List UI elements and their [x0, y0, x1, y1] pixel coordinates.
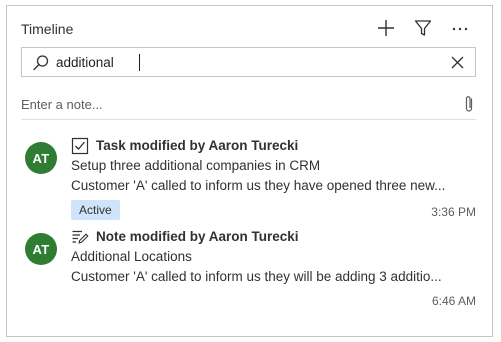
divider — [21, 119, 476, 120]
search-input[interactable] — [56, 52, 436, 72]
avatar: AT — [25, 233, 57, 265]
record-subject: Additional Locations — [71, 249, 192, 264]
record-body: Customer 'A' called to inform us they ha… — [71, 178, 446, 193]
record-body: Customer 'A' called to inform us they wi… — [71, 269, 442, 284]
search-box — [21, 47, 476, 77]
record-subject: Setup three additional companies in CRM — [71, 158, 321, 173]
timeline-record[interactable]: AT Task modified by Aaron Turecki Setup … — [21, 137, 476, 220]
timeline-header: Timeline — [21, 20, 478, 42]
filter-icon[interactable] — [412, 17, 434, 39]
clear-search-icon[interactable] — [450, 55, 465, 70]
record-time: 3:36 PM — [431, 205, 476, 219]
record-title: Task modified by Aaron Turecki — [96, 138, 299, 153]
more-icon[interactable] — [449, 17, 471, 39]
avatar: AT — [25, 142, 57, 174]
add-icon[interactable] — [375, 17, 397, 39]
record-time: 6:46 AM — [431, 294, 476, 308]
note-entry — [21, 92, 476, 118]
status-badge: Active — [71, 200, 120, 220]
note-icon — [72, 230, 89, 244]
text-caret — [139, 54, 140, 71]
record-title: Note modified by Aaron Turecki — [96, 229, 299, 244]
timeline-panel: Timeline additional Enter a note... AT T… — [6, 5, 493, 337]
search-icon — [33, 55, 49, 71]
paperclip-icon[interactable] — [462, 94, 476, 114]
task-checkbox-icon — [71, 137, 89, 155]
timeline-title: Timeline — [21, 21, 74, 37]
timeline-record[interactable]: AT Note modified by Aaron Turecki Additi… — [21, 228, 476, 308]
note-input[interactable] — [21, 94, 441, 114]
